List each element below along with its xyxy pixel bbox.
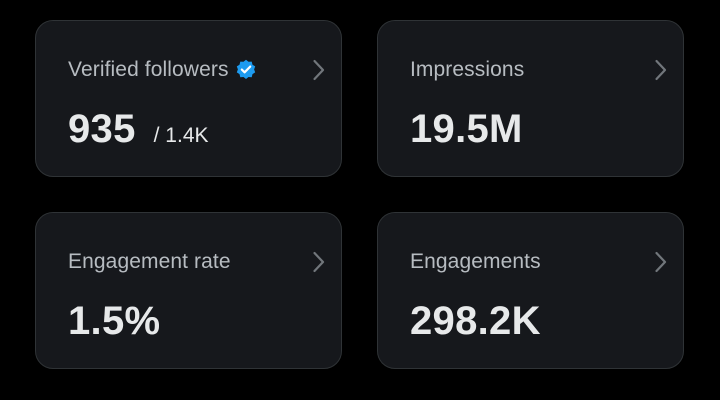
metric-label: Engagements [410, 250, 541, 273]
metric-label: Engagement rate [68, 250, 231, 273]
metric-label-row: Verified followers [68, 57, 257, 83]
metric-value: 298.2K [410, 299, 541, 343]
chevron-right-icon[interactable] [654, 58, 668, 82]
metric-value-row: 19.5M [410, 107, 523, 152]
metric-card-verified-followers[interactable]: Verified followers 935 / 1.4K [35, 20, 342, 177]
metric-value-row: 1.5% [68, 299, 160, 344]
verified-badge-icon [235, 59, 257, 81]
metric-value-row: 298.2K [410, 299, 541, 344]
metric-label-row: Impressions [410, 57, 524, 83]
metric-value: 19.5M [410, 107, 523, 151]
chevron-right-icon[interactable] [312, 58, 326, 82]
metric-value-row: 935 / 1.4K [68, 107, 209, 152]
chevron-right-icon[interactable] [312, 250, 326, 274]
metric-label: Verified followers [68, 58, 229, 81]
metric-value: 1.5% [68, 299, 161, 343]
chevron-right-icon[interactable] [654, 250, 668, 274]
metric-value: 935 [68, 107, 136, 151]
metric-card-engagement-rate[interactable]: Engagement rate 1.5% [35, 212, 342, 369]
metric-card-impressions[interactable]: Impressions 19.5M [377, 20, 684, 177]
metric-label: Impressions [410, 58, 525, 81]
metric-label-row: Engagement rate [68, 249, 231, 275]
metric-total: / 1.4K [153, 124, 209, 147]
metric-label-row: Engagements [410, 249, 541, 275]
metric-card-engagements[interactable]: Engagements 298.2K [377, 212, 684, 369]
